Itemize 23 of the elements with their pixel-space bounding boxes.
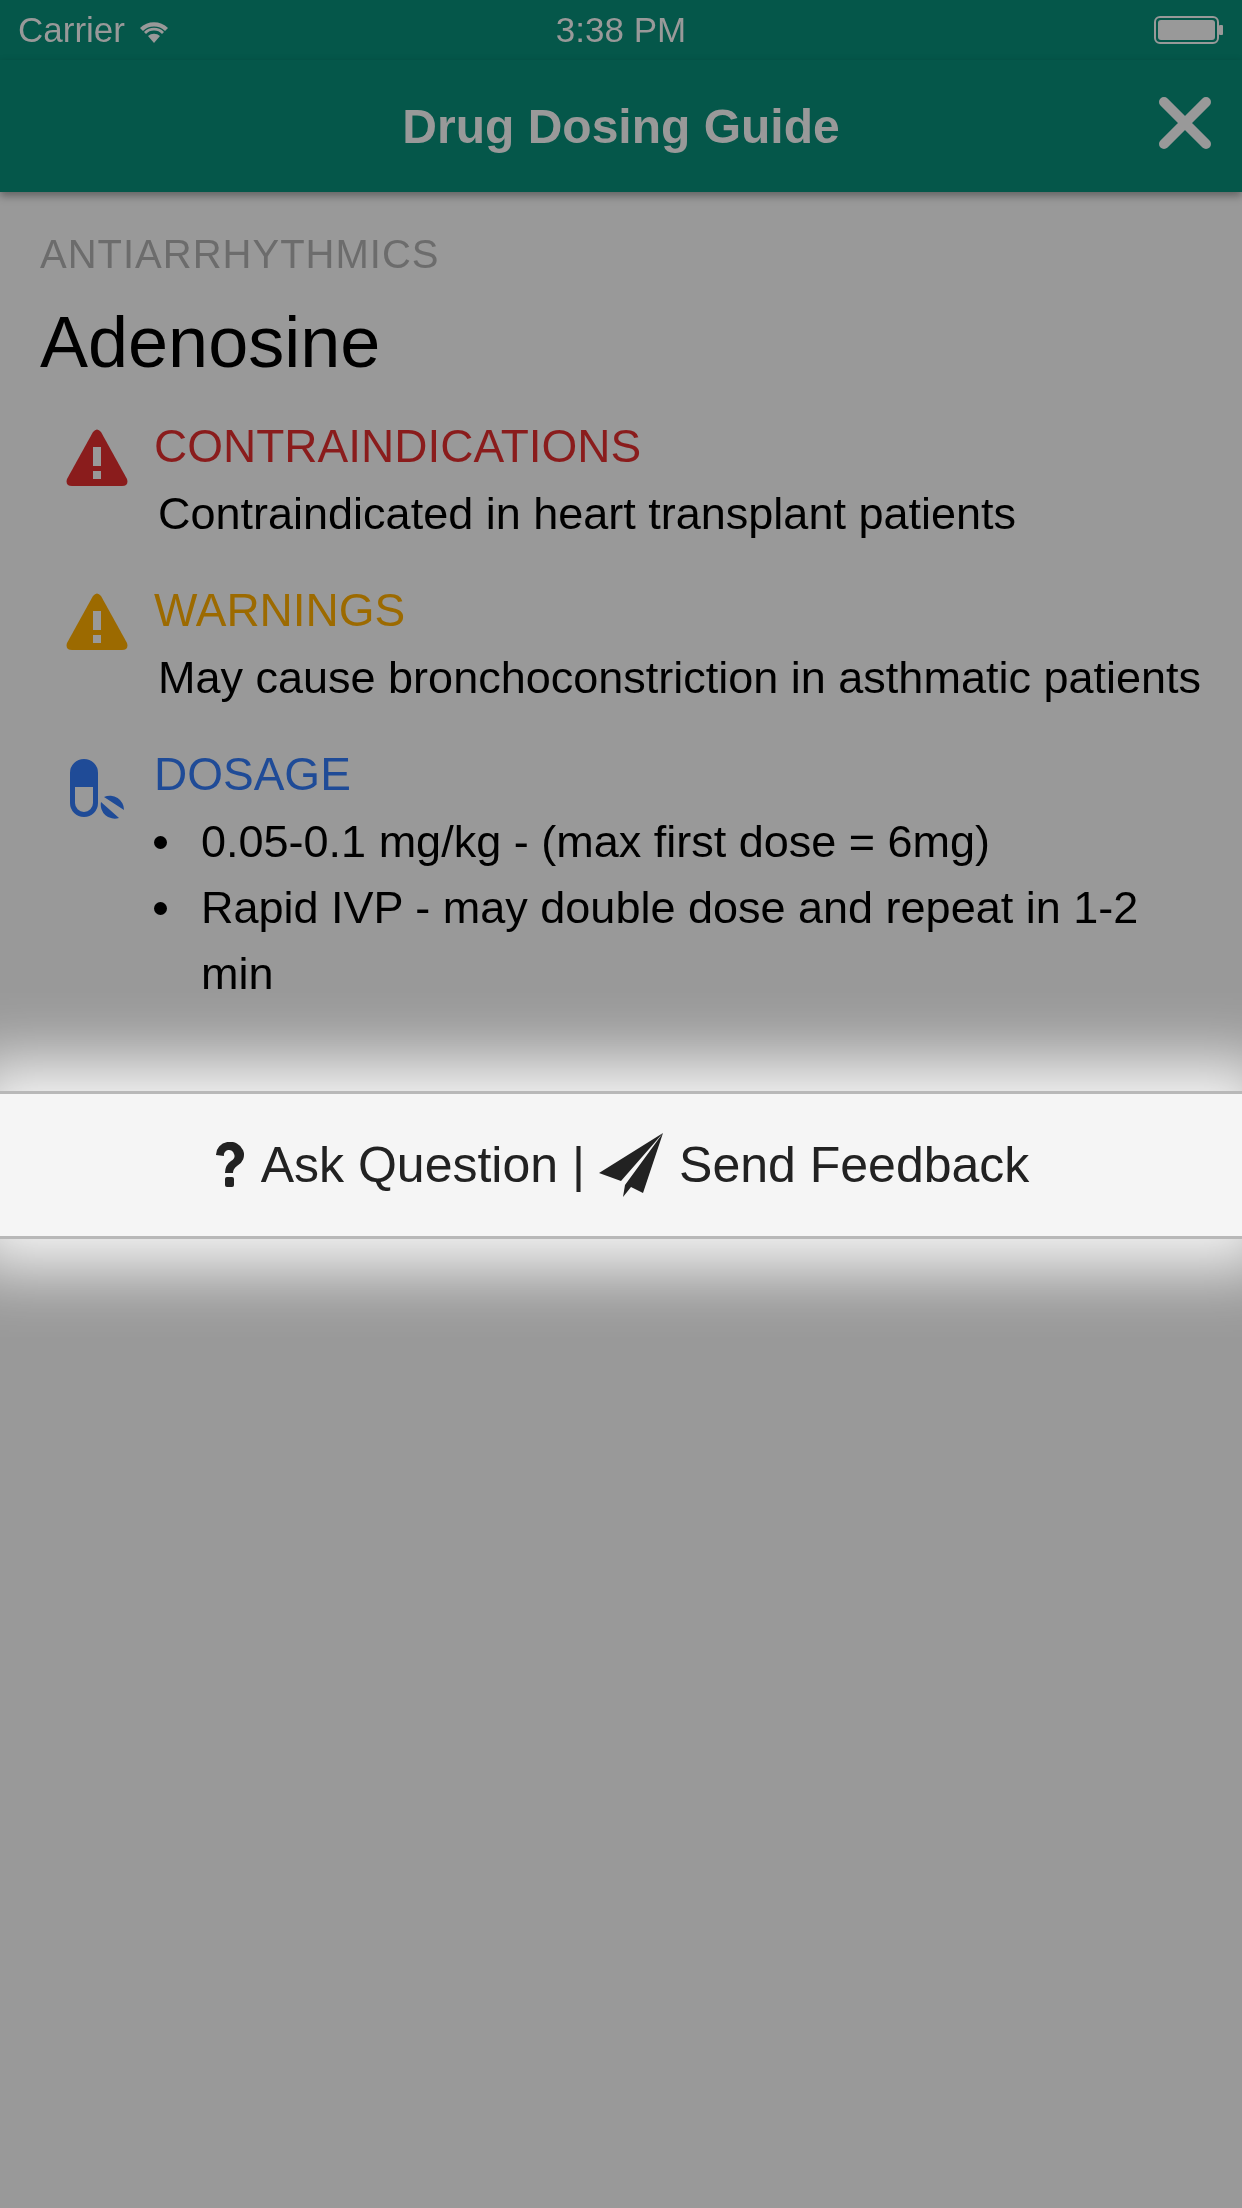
status-time: 3:38 PM [555, 10, 687, 49]
separator-text: | [572, 1136, 586, 1194]
bullet-icon [154, 836, 167, 849]
bullet-icon [154, 902, 167, 915]
warning-triangle-icon [65, 593, 129, 651]
section-heading: WARNINGS [154, 583, 407, 638]
carrier-label: Carrier [18, 10, 125, 50]
dosage-item: Rapid IVP - may double dose and repeat in 1-2 min [201, 881, 1140, 1001]
section-heading: DOSAGE [154, 747, 352, 802]
dosage-item: 0.05-0.1 mg/kg - (max first dose = 6mg) [201, 815, 991, 869]
send-feedback-link[interactable]: Send Feedback [599, 1133, 1030, 1197]
warning-triangle-icon [65, 429, 129, 487]
close-button[interactable] [1158, 96, 1212, 150]
pill-icon [68, 757, 126, 819]
paper-plane-icon [599, 1133, 666, 1197]
close-icon [1158, 96, 1212, 150]
section-heading: CONTRAINDICATIONS [154, 419, 643, 474]
section-text: May cause bronchoconstriction in asthmatic patients [158, 651, 1203, 705]
battery-icon [1154, 16, 1224, 44]
section-text: Contraindicated in heart transplant patients [158, 487, 1018, 541]
drug-title: Adenosine [40, 301, 382, 383]
ask-question-link[interactable]: Ask Question [212, 1136, 559, 1194]
screen-title: Drug Dosing Guide [402, 98, 840, 154]
